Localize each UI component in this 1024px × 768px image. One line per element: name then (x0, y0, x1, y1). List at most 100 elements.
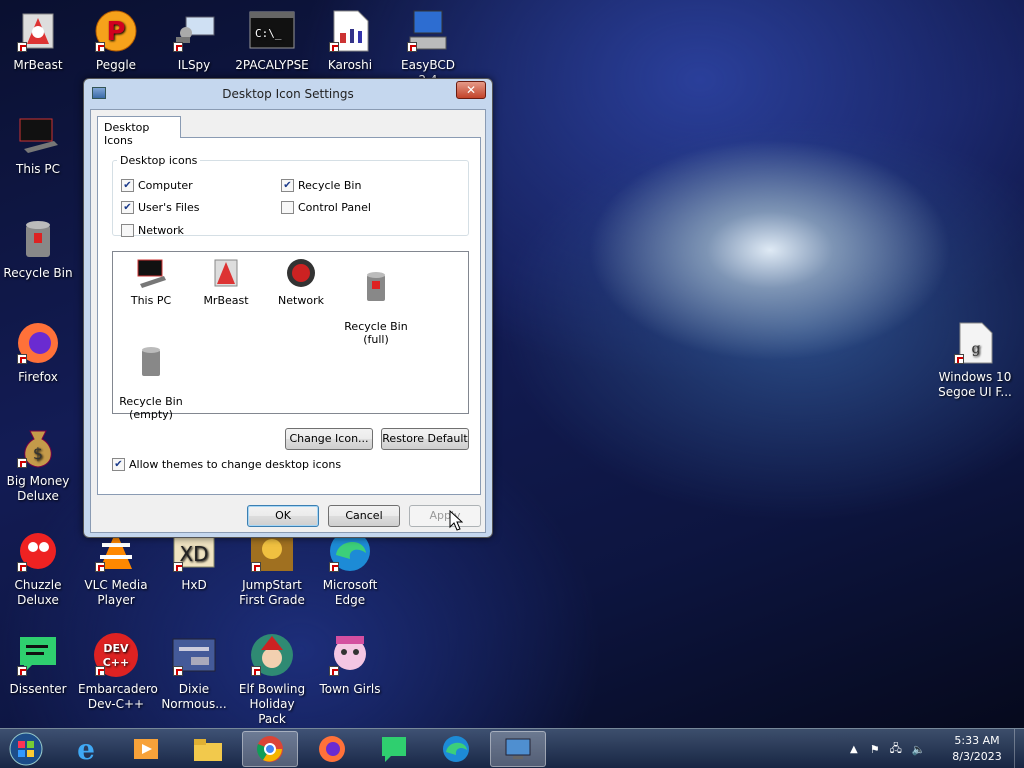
taskbar-dissenter[interactable] (366, 731, 422, 767)
desktop-icon-mrbeast[interactable]: MrBeast (0, 8, 76, 73)
svg-text:XD: XD (179, 542, 208, 566)
change-icon-button[interactable]: Change Icon... (285, 428, 373, 450)
peggle-icon: P (93, 8, 139, 54)
taskbar-desktop-settings[interactable] (490, 731, 546, 767)
taskbar-media-player[interactable] (118, 731, 174, 767)
show-hidden-icons-icon[interactable]: ▲ (850, 744, 858, 755)
dialog-titlebar[interactable]: Desktop Icon Settings ✕ (84, 79, 492, 109)
firefox-icon (15, 320, 61, 366)
desktop-icon-this-pc[interactable]: This PC (0, 112, 76, 177)
desktop-icon-town-girls[interactable]: Town Girls (312, 632, 388, 697)
checkbox-users-files[interactable]: ✔ User's Files (121, 201, 199, 214)
desktop-icon-ilspy[interactable]: ILSpy (156, 8, 232, 73)
checkbox-label: Recycle Bin (298, 179, 362, 192)
this-pc-icon (134, 256, 168, 290)
desktop-icon-label: Firefox (18, 370, 58, 384)
checkbox-computer[interactable]: ✔ Computer (121, 179, 193, 192)
network-icon (284, 256, 318, 290)
desktop-icon-edge[interactable]: Microsoft Edge (312, 528, 388, 608)
cancel-button[interactable]: Cancel (328, 505, 400, 527)
list-item-recycle-bin-empty[interactable]: Recycle Bin (empty) (113, 331, 189, 434)
checkbox-control-panel[interactable]: Control Panel (281, 201, 371, 214)
start-button[interactable] (0, 731, 52, 767)
desktop-icon-label: This PC (16, 162, 60, 176)
volume-icon[interactable]: 🔈 (912, 743, 926, 756)
desktop-icon-easybcd[interactable]: EasyBCD 2.4 (390, 8, 466, 88)
list-item-label: Recycle Bin (empty) (119, 395, 183, 421)
checkbox-allow-themes[interactable]: ✔ Allow themes to change desktop icons (112, 458, 341, 471)
desktop-icon-karoshi[interactable]: Karoshi (312, 8, 388, 73)
checkbox-label: Computer (138, 179, 193, 192)
taskbar-explorer[interactable] (180, 731, 236, 767)
desktop-icon-chuzzle[interactable]: Chuzzle Deluxe (0, 528, 76, 608)
taskbar-ie[interactable]: e (58, 731, 114, 767)
desktop-icon-label: Dissenter (9, 682, 67, 696)
network-tray-icon[interactable]: 🖧 (890, 740, 902, 759)
start-orb-icon (9, 732, 43, 766)
desktop-icon-dissenter[interactable]: Dissenter (0, 632, 76, 697)
restore-default-button[interactable]: Restore Default (381, 428, 469, 450)
recycle-bin-full-icon (359, 269, 393, 303)
desktop-icon-jumpstart[interactable]: JumpStart First Grade (234, 528, 310, 608)
taskbar-edge[interactable] (428, 731, 484, 767)
desktop-icon-2pacalypse[interactable]: C:\_ 2PACALYPSE (234, 8, 310, 73)
desktop-icon-label: JumpStart First Grade (239, 578, 305, 607)
list-item-label: Network (278, 294, 324, 307)
desktop-icon-big-money[interactable]: $ Big Money Deluxe (0, 424, 76, 504)
list-item-label: MrBeast (203, 294, 249, 307)
dissenter-icon (382, 737, 406, 762)
list-item-recycle-bin-full[interactable]: Recycle Bin (full) (338, 256, 414, 359)
this-pc-icon (15, 112, 61, 158)
ok-button[interactable]: OK (247, 505, 319, 527)
desktop-icon-font-file[interactable]: g Windows 10 Segoe UI F... (936, 320, 1014, 400)
checkbox-network[interactable]: Network (121, 224, 184, 237)
desktop-settings-icon (505, 738, 531, 759)
checkbox-empty-box (281, 201, 294, 214)
svg-text:DEV: DEV (103, 642, 129, 655)
desktop-icon-label: HxD (181, 578, 207, 592)
clock[interactable]: 5:33 AM 8/3/2023 (946, 729, 1008, 768)
desktop-icon-devcpp[interactable]: DEV C++ Embarcadero Dev-C++ (78, 632, 158, 712)
desktop-icon-firefox[interactable]: Firefox (0, 320, 76, 385)
desktop-icon-label: Karoshi (327, 58, 373, 72)
taskbar-firefox[interactable] (304, 731, 360, 767)
action-center-flag-icon[interactable]: ⚑ (870, 743, 880, 756)
explorer-folder-icon (194, 739, 222, 761)
desktop-icon-dixie[interactable]: Dixie Normous... (156, 632, 232, 712)
desktop-icon-recycle-bin[interactable]: Recycle Bin (0, 216, 76, 281)
list-item-this-pc[interactable]: This PC (113, 256, 189, 307)
show-desktop-button[interactable] (1014, 729, 1024, 768)
desktop-icon-label: Dixie Normous... (161, 682, 227, 711)
recycle-bin-icon (15, 216, 61, 262)
tab-desktop-icons[interactable]: Desktop Icons (97, 116, 181, 147)
desktop-icon-label: Elf Bowling Holiday Pack (238, 682, 306, 726)
close-button[interactable]: ✕ (456, 81, 486, 99)
clock-time: 5:33 AM (954, 734, 1000, 747)
list-item-network[interactable]: Network (263, 256, 339, 307)
desktop-icon-label: Peggle (95, 58, 137, 72)
checkbox-recycle-bin[interactable]: ✔ Recycle Bin (281, 179, 361, 192)
edge-icon (443, 736, 469, 762)
apply-button[interactable]: Apply (409, 505, 481, 527)
dialog-app-icon (92, 87, 106, 99)
mrbeast-icon (15, 8, 61, 54)
check-icon: ✔ (121, 201, 134, 214)
easybcd-icon (405, 8, 451, 54)
svg-text:P: P (106, 17, 125, 47)
icon-list: This PC MrBeast Network Recycle Bin (ful… (112, 251, 469, 421)
mouse-cursor-icon (449, 510, 463, 531)
tab-pane: Desktop icons ✔ Computer ✔ Recycle Bin ✔ Us… (97, 137, 481, 495)
money-bag-icon: $ (15, 424, 61, 470)
desktop-icon-peggle[interactable]: P Peggle (78, 8, 154, 73)
desktop-icon-label: ILSpy (177, 58, 211, 72)
taskbar-chrome[interactable] (242, 731, 298, 767)
town-girls-icon (327, 632, 373, 678)
checkbox-empty-box (121, 224, 134, 237)
desktop-icon-elf-bowling[interactable]: Elf Bowling Holiday Pack (234, 632, 310, 727)
check-icon: ✔ (112, 458, 125, 471)
devcpp-icon: DEV C++ (93, 632, 139, 678)
desktop-icons-group: Desktop icons ✔ Computer ✔ Recycle Bin ✔ Us… (112, 154, 469, 237)
list-item-mrbeast[interactable]: MrBeast (188, 256, 264, 307)
desktop-icon-label: VLC Media Player (84, 578, 148, 607)
desktop-icon-vlc[interactable]: VLC Media Player (78, 528, 154, 608)
